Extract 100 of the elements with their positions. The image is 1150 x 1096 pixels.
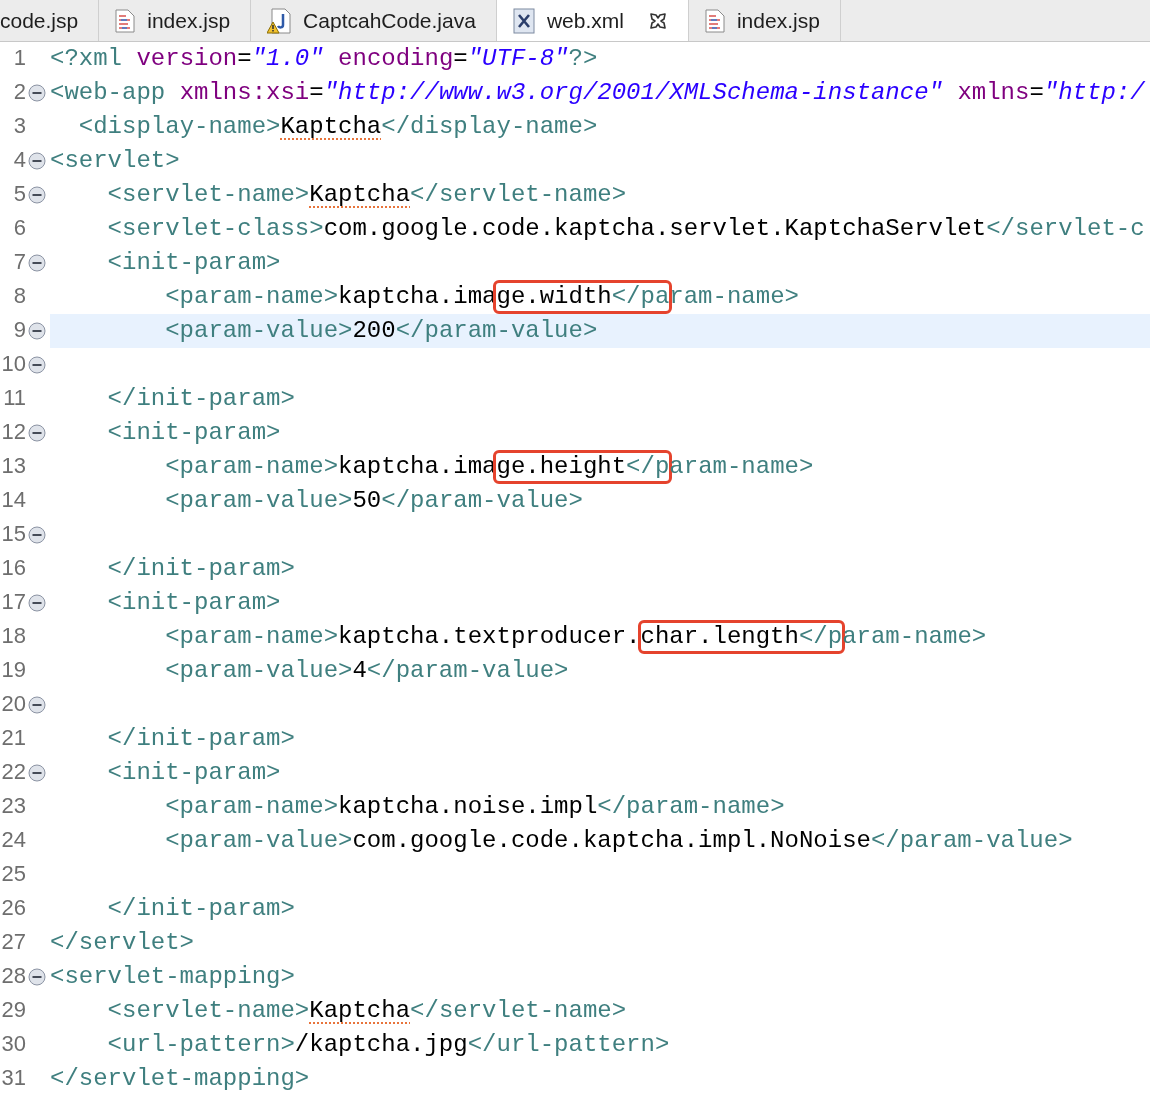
- attribute-value: "http:/: [1043, 79, 1145, 106]
- collapse-icon[interactable]: [28, 764, 46, 782]
- xml-tag: </display-name>: [381, 113, 598, 140]
- collapse-icon[interactable]: [28, 186, 46, 204]
- element-text: kaptcha.noise.impl: [338, 793, 598, 820]
- line-number: 13: [1, 452, 26, 478]
- xml-tag: <init-param>: [107, 759, 281, 786]
- xml-tag: </url-pattern>: [467, 1031, 670, 1058]
- xml-tag: <servlet>: [50, 147, 180, 174]
- xml-tag: </servlet-mapping>: [50, 1065, 310, 1092]
- element-text: char.length: [640, 623, 799, 650]
- xml-tag: </servlet-name>: [410, 997, 627, 1024]
- xml-tag: </servlet>: [50, 929, 195, 956]
- line-number: 1: [13, 44, 26, 70]
- xml-tag: </servlet-name>: [410, 181, 627, 208]
- element-text: 200: [352, 317, 396, 344]
- equals-sign: =: [237, 45, 252, 72]
- xml-tag: <servlet-name>: [107, 181, 310, 208]
- element-text: Kaptcha: [309, 997, 411, 1024]
- collapse-icon[interactable]: [28, 424, 46, 442]
- xml-tag: </p: [798, 623, 843, 650]
- element-text: Kaptcha: [280, 113, 382, 140]
- element-text: Kaptcha: [309, 181, 411, 208]
- xml-tag: <servlet-class>: [107, 215, 324, 242]
- attribute-name: version: [136, 45, 238, 72]
- file-icon: [115, 8, 136, 33]
- xml-tag: <init-param>: [107, 589, 281, 616]
- line-number: 3: [13, 112, 26, 138]
- attribute-name: xmlns: [957, 79, 1030, 106]
- line-number: 6: [13, 214, 26, 240]
- collapse-icon[interactable]: [28, 254, 46, 272]
- element-text: kaptcha.ima: [338, 453, 497, 480]
- collapse-icon[interactable]: [28, 84, 46, 102]
- xml-tag: </pa: [611, 283, 670, 310]
- line-number: 21: [1, 724, 26, 750]
- attribute-name: encoding: [338, 45, 454, 72]
- xml-tag: </param-value>: [366, 657, 569, 684]
- xml-tag: <param-value>: [165, 657, 353, 684]
- element-text: 4: [352, 657, 367, 684]
- line-number: 31: [1, 1064, 26, 1090]
- line-number: 11: [3, 384, 26, 410]
- line-number: 2: [13, 78, 26, 104]
- line-number: 27: [1, 928, 26, 954]
- line-number: 24: [1, 826, 26, 852]
- close-icon[interactable]: [647, 10, 668, 31]
- line-number: 14: [1, 486, 26, 512]
- xml-tag: </param-value>: [381, 487, 583, 514]
- line-number: 4: [13, 146, 26, 172]
- xml-tag: <web-app: [50, 79, 166, 106]
- collapse-icon[interactable]: [28, 356, 46, 374]
- editor-tab[interactable]: web.xml: [496, 0, 689, 41]
- line-number: 18: [1, 622, 26, 648]
- xml-tag: <param-name>: [165, 283, 339, 310]
- xml-tag: <servlet-mapping>: [50, 963, 295, 990]
- file-icon: [704, 8, 725, 33]
- element-text: kaptcha.ima: [338, 283, 497, 310]
- xml-tag: </init-param>: [107, 895, 295, 922]
- line-number: 5: [13, 180, 26, 206]
- collapse-icon[interactable]: [28, 968, 46, 986]
- attribute-value: "http://www.w3.org/2001/XMLSchema-instance": [323, 79, 943, 106]
- xml-tag: </init-param>: [107, 385, 295, 412]
- attribute-value: "UTF-8": [467, 45, 569, 72]
- line-number: 9: [13, 316, 26, 342]
- line-number: 26: [1, 894, 26, 920]
- collapse-icon[interactable]: [28, 152, 46, 170]
- element-text: /kaptcha.jpg: [294, 1031, 468, 1058]
- line-number: 29: [1, 996, 26, 1022]
- element-text: ge.width: [496, 283, 612, 310]
- element-text: com.google.code.kaptcha.servlet.KaptchaServlet: [323, 215, 987, 242]
- xml-tag: </p: [626, 453, 670, 480]
- line-number: 17: [1, 588, 26, 614]
- line-number: 25: [1, 860, 26, 886]
- collapse-icon[interactable]: [28, 594, 46, 612]
- xml-tag: <param-name>: [165, 623, 339, 650]
- equals-sign: =: [309, 79, 324, 106]
- collapse-icon[interactable]: [28, 526, 46, 544]
- xml-tag: </param-name>: [597, 793, 785, 820]
- xml-file-icon: [512, 7, 535, 34]
- collapse-icon[interactable]: [28, 696, 46, 714]
- line-number: 16: [1, 554, 26, 580]
- line-number: 30: [1, 1030, 26, 1056]
- element-text: com.google.code.kaptcha.impl.NoNoise: [352, 827, 871, 854]
- xml-tag: <url-pattern>: [107, 1031, 295, 1058]
- xml-tag: <?xml: [50, 45, 122, 72]
- attribute-name: xmlns:xsi: [179, 79, 310, 106]
- collapse-icon[interactable]: [28, 322, 46, 340]
- line-number: 19: [1, 656, 26, 682]
- line-number: 20: [1, 690, 26, 716]
- xml-tag: <param-value>: [165, 487, 353, 514]
- xml-tag: ?>: [568, 45, 598, 72]
- xml-tag: <param-value>: [165, 827, 353, 854]
- xml-tag: </param-value>: [870, 827, 1073, 854]
- line-number: 15: [1, 520, 26, 546]
- line-number: 7: [13, 248, 26, 274]
- xml-tag: <init-param>: [107, 249, 281, 276]
- line-number: 8: [13, 282, 26, 308]
- editor-tab[interactable]: code.jsp: [0, 0, 100, 41]
- equals-sign: =: [453, 45, 468, 72]
- xml-tag: </servlet-c: [986, 215, 1145, 242]
- element-text: 50: [352, 487, 382, 514]
